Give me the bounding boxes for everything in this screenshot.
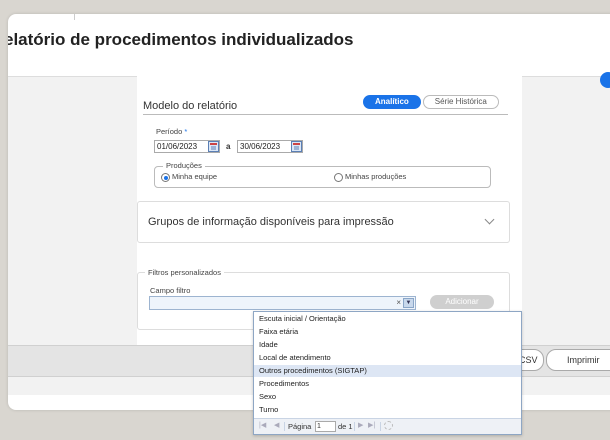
radio-minhas-producoes[interactable] <box>334 173 343 182</box>
page-label: Página <box>288 422 312 431</box>
end-calendar-icon[interactable] <box>291 141 302 152</box>
radio-minha-equipe[interactable] <box>161 173 170 182</box>
print-button[interactable]: Imprimir <box>546 349 610 371</box>
filtros-legend: Filtros personalizados <box>145 268 224 277</box>
pager-divider <box>284 422 285 431</box>
campo-filtro-combo[interactable]: × ▼ <box>149 296 416 310</box>
page-total: de 1 <box>338 422 353 431</box>
clear-icon[interactable]: × <box>396 297 401 309</box>
prev-page-icon[interactable]: ◀ <box>274 421 279 429</box>
dropdown-item[interactable]: Idade <box>254 339 521 351</box>
dropdown-item[interactable]: Escuta inicial / Orientação <box>254 313 521 325</box>
add-filter-button[interactable]: Adicionar <box>430 295 494 309</box>
dropdown-item[interactable]: Faixa etária <box>254 326 521 338</box>
producoes-legend: Produções <box>163 161 205 170</box>
refresh-icon[interactable] <box>384 421 393 430</box>
modelo-title: Modelo do relatório <box>143 100 238 112</box>
dropdown-item[interactable]: Sexo <box>254 391 521 403</box>
help-icon[interactable] <box>600 72 610 88</box>
report-type-toggle: Analítico Série Histórica <box>361 95 499 109</box>
grupos-accordion[interactable]: Grupos de informação disponíveis para im… <box>137 201 510 243</box>
dropdown-item[interactable]: Procedimentos <box>254 378 521 390</box>
date-separator: a <box>226 142 231 151</box>
next-page-icon[interactable]: ▶ <box>358 421 363 429</box>
grupos-title: Grupos de informação disponíveis para im… <box>148 216 394 228</box>
radio-minhas-producoes-label: Minhas produções <box>345 172 407 181</box>
page-number-input[interactable]: 1 <box>315 421 336 432</box>
required-mark: * <box>184 127 188 136</box>
start-calendar-icon[interactable] <box>208 141 219 152</box>
first-page-icon[interactable]: |◀ <box>259 421 266 429</box>
periodo-label: Período * <box>156 127 188 136</box>
dropdown-pager: |◀ ◀ Página 1 de 1 ▶ ▶| <box>254 418 521 434</box>
chevron-down-icon[interactable] <box>484 214 495 225</box>
combo-dropdown-icon[interactable]: ▼ <box>403 298 414 308</box>
filter-dropdown-list: Escuta inicial / Orientação Faixa etária… <box>253 311 522 435</box>
dropdown-item[interactable]: Local de atendimento <box>254 352 521 364</box>
toggle-analitico[interactable]: Analítico <box>363 95 421 109</box>
pager-divider <box>380 422 381 431</box>
page-title: elatório de procedimentos individualizad… <box>8 30 354 49</box>
toggle-serie-historica[interactable]: Série Histórica <box>422 95 499 109</box>
modelo-divider <box>143 114 508 115</box>
dropdown-item-highlighted[interactable]: Outros procedimentos (SIGTAP) <box>254 365 521 377</box>
last-page-icon[interactable]: ▶| <box>368 421 375 429</box>
radio-minha-equipe-label: Minha equipe <box>172 172 218 181</box>
pager-divider <box>354 422 355 431</box>
dropdown-item[interactable]: Turno <box>254 404 521 416</box>
top-strip <box>74 14 135 20</box>
campo-filtro-label: Campo filtro <box>150 286 191 295</box>
